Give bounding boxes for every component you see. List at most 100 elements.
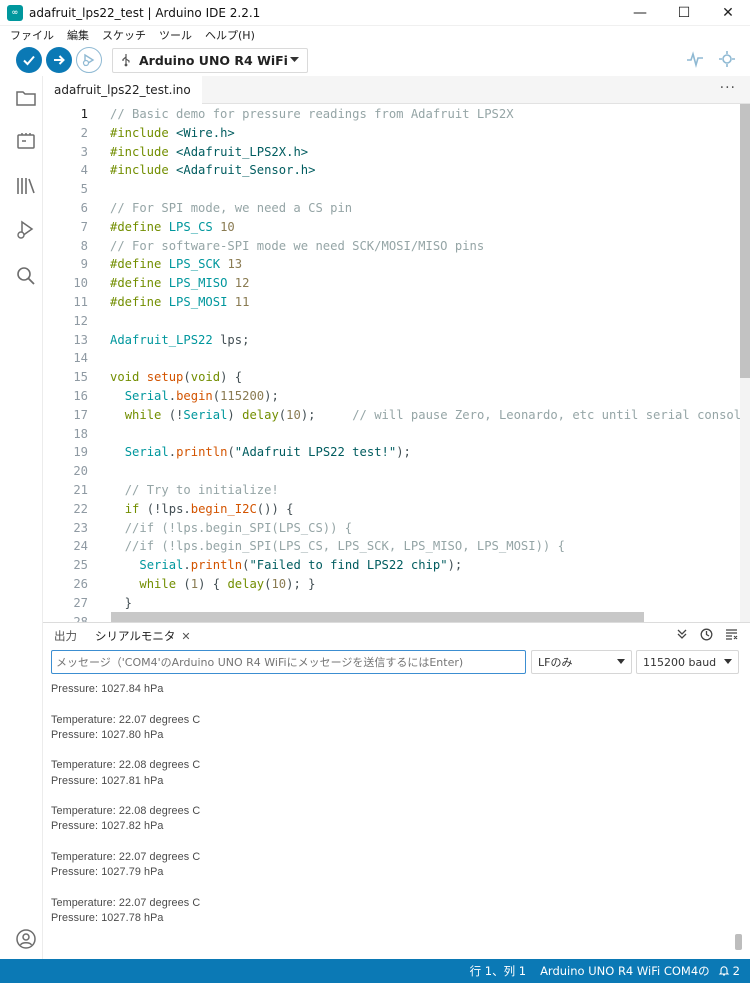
menu-help[interactable]: ヘルプ(H) [205,27,255,43]
timestamp-icon[interactable] [700,628,713,641]
line-number: 13 [73,332,88,347]
code-line[interactable]: 26 while (1) { delay(10); } [43,575,743,594]
line-number: 8 [80,238,88,253]
minimize-button[interactable]: — [618,0,662,26]
editor-scrollbar-thumb[interactable] [740,104,750,378]
code-line[interactable]: 5 [43,180,743,199]
code-text: // For SPI mode, we need a CS pin [110,201,353,215]
tab-more-button[interactable]: ··· [720,80,736,96]
code-line[interactable]: 6 // For SPI mode, we need a CS pin [43,199,743,218]
menu-file[interactable]: ファイル [10,27,54,43]
tab-output[interactable]: 出力 [54,628,77,644]
serial-message-input[interactable] [51,650,526,674]
code-line[interactable]: 12 [43,312,743,331]
code-line[interactable]: 13 Adafruit_LPS22 lps; [43,331,743,350]
code-line[interactable]: 16 Serial.begin(115200); [43,387,743,406]
code-line[interactable]: 4 #include <Adafruit_Sensor.h> [43,161,743,180]
line-number: 22 [73,501,88,516]
folder-icon[interactable] [14,86,38,110]
serial-output-line: Pressure: 1027.80 hPa [51,728,164,741]
code-line[interactable]: 19 Serial.println("Adafruit LPS22 test!"… [43,443,743,462]
code-line[interactable]: 23 //if (!lps.begin_SPI(LPS_CS)) { [43,519,743,538]
serial-monitor-icon[interactable] [718,50,736,68]
code-line[interactable]: 7 #define LPS_CS 10 [43,218,743,237]
editor-scrollbar-track[interactable] [740,104,750,622]
code-line[interactable]: 24 //if (!lps.begin_SPI(LPS_CS, LPS_SCK,… [43,537,743,556]
tab-sketch-file[interactable]: adafruit_lps22_test.ino [43,76,202,104]
serial-output-line: Pressure: 1027.81 hPa [51,774,164,787]
title-bar: ∞ adafruit_lps22_test | Arduino IDE 2.2.… [0,0,750,26]
code-line[interactable]: 27 } [43,594,743,613]
line-number: 10 [73,276,88,291]
notifications-badge[interactable]: 2 [718,964,740,978]
line-ending-select[interactable]: LFのみ [531,650,632,674]
close-tab-icon[interactable]: ✕ [181,630,190,643]
line-number: 2 [80,125,88,140]
menu-sketch[interactable]: スケッチ [102,27,146,43]
board-port-status[interactable]: Arduino UNO R4 WiFi COM4の [540,963,710,979]
usb-icon [122,54,130,67]
code-text: #include <Adafruit_Sensor.h> [110,163,316,178]
library-icon[interactable] [14,174,38,198]
clear-output-icon[interactable] [725,628,738,640]
serial-output-line: Pressure: 1027.78 hPa [51,911,164,924]
code-line[interactable]: 15 void setup(void) { [43,368,743,387]
serial-output: Pressure: 1027.84 hPa Temperature: 22.07 … [51,680,731,952]
code-line[interactable]: 1 // Basic demo for pressure readings fro… [43,105,743,124]
code-line[interactable]: 21 // Try to initialize! [43,481,743,500]
code-text: // Basic demo for pressure readings from… [110,107,514,121]
code-line[interactable]: 18 [43,425,743,444]
code-line[interactable]: 8 // For software-SPI mode we need SCK/MO… [43,237,743,256]
code-line[interactable]: 20 [43,462,743,481]
line-number: 25 [73,558,88,573]
notifications-count: 2 [732,964,740,978]
upload-button[interactable] [46,47,72,73]
code-line[interactable]: 10 #define LPS_MISO 12 [43,274,743,293]
editor-horizontal-scrollbar[interactable] [111,612,644,622]
code-line[interactable]: 22 if (!lps.begin_I2C()) { [43,500,743,519]
maximize-button[interactable]: ☐ [662,0,706,26]
line-number: 9 [80,257,88,272]
line-ending-value: LFのみ [538,656,573,669]
serial-output-line: Temperature: 22.07 degrees C [51,896,201,909]
account-icon[interactable] [14,927,38,951]
code-line[interactable]: 2 #include <Wire.h> [43,124,743,143]
code-line[interactable]: 17 while (!Serial) delay(10); // will pa… [43,406,748,425]
serial-scrollbar-thumb[interactable] [735,934,742,950]
status-bar: 行 1、列 1 Arduino UNO R4 WiFi COM4の 2 [0,959,750,983]
code-text: #define LPS_SCK 13 [110,257,243,272]
line-number: 23 [73,520,88,535]
baud-rate-select[interactable]: 115200 baud [636,650,739,674]
autoscroll-icon[interactable] [676,628,688,640]
verify-button[interactable] [16,47,42,73]
code-text: Serial.println("Failed to find LPS22 chi… [139,558,463,573]
close-button[interactable]: ✕ [706,0,750,26]
code-text: // For software-SPI mode we need SCK/MOS… [110,238,485,253]
board-selector[interactable]: Arduino UNO R4 WiFi [112,47,308,73]
line-number: 28 [73,614,88,622]
code-text: } [110,595,133,610]
menu-edit[interactable]: 編集 [67,27,89,43]
tab-serial-monitor[interactable]: シリアルモニタ [95,628,175,644]
board-name: Arduino UNO R4 WiFi [139,52,288,68]
menu-tools[interactable]: ツール [159,27,192,43]
code-line[interactable]: 3 #include <Adafruit_LPS2X.h> [43,143,743,162]
debug-icon[interactable] [14,218,38,242]
serial-plotter-icon[interactable] [686,50,704,68]
line-number: 7 [80,219,88,234]
code-line[interactable]: 9 #define LPS_SCK 13 [43,255,743,274]
cursor-position[interactable]: 行 1、列 1 [470,963,526,979]
line-number: 4 [80,163,88,178]
board-icon[interactable] [14,130,38,154]
line-number: 21 [73,483,88,497]
code-editor[interactable]: 1 // Basic demo for pressure readings fro… [43,104,750,622]
code-line[interactable]: 14 [43,349,743,368]
line-number: 1 [80,107,88,121]
menu-bar: ファイル 編集 スケッチ ツール ヘルプ(H) [0,26,750,44]
line-number: 3 [80,144,88,159]
code-line[interactable]: 25 Serial.println("Failed to find LPS22 … [43,556,743,575]
arrow-right-icon [54,55,65,65]
search-icon[interactable] [14,264,38,288]
debug-button[interactable] [76,47,102,73]
code-line[interactable]: 11 #define LPS_MOSI 11 [43,293,743,312]
